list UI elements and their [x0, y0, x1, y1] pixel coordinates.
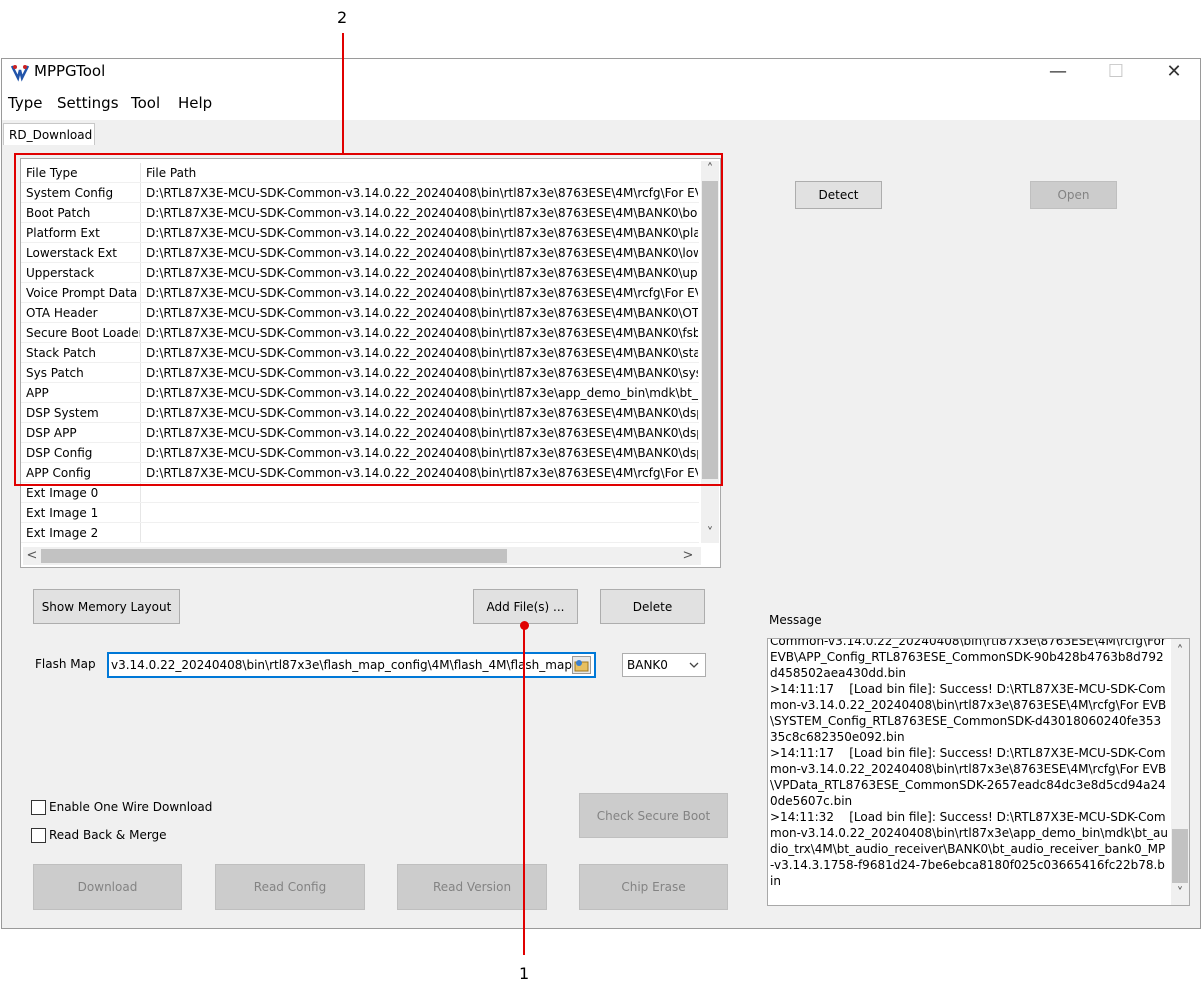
- menu-type[interactable]: Type: [8, 93, 42, 113]
- message-log[interactable]: Common-v3.14.0.22_20240408\bin\rtl87x3e\…: [767, 638, 1190, 906]
- bank-select-value: BANK0: [627, 658, 668, 672]
- one-wire-label: Enable One Wire Download: [49, 800, 213, 814]
- detect-button[interactable]: Detect: [795, 181, 882, 209]
- table-row[interactable]: Ext Image 1: [21, 503, 699, 523]
- one-wire-checkbox[interactable]: [31, 800, 46, 815]
- scroll-down-icon[interactable]: ˅: [701, 525, 719, 543]
- highlight-box-file-list: [14, 153, 723, 486]
- read-back-label: Read Back & Merge: [49, 828, 167, 842]
- delete-button[interactable]: Delete: [600, 589, 705, 624]
- window-title: MPPGTool: [34, 62, 106, 80]
- folder-browse-icon[interactable]: [572, 656, 591, 674]
- annotation-label-1: 1: [519, 964, 530, 983]
- message-log-text: Common-v3.14.0.22_20240408\bin\rtl87x3e\…: [770, 638, 1168, 888]
- chip-erase-button[interactable]: Chip Erase: [579, 864, 728, 910]
- flash-map-label: Flash Map: [35, 657, 96, 671]
- message-label: Message: [769, 613, 822, 627]
- file-type-cell: Ext Image 0: [26, 486, 99, 500]
- read-config-button[interactable]: Read Config: [215, 864, 365, 910]
- annotation-label-2: 2: [337, 8, 348, 27]
- file-type-cell: Ext Image 1: [26, 506, 99, 520]
- scroll-right-icon[interactable]: >: [679, 547, 697, 565]
- menu-settings[interactable]: Settings: [57, 93, 119, 113]
- table-row[interactable]: Ext Image 2: [21, 523, 699, 543]
- table-row[interactable]: Ext Image 0: [21, 483, 699, 503]
- annotation-line-2: [342, 33, 344, 154]
- annotation-line-1: [523, 625, 525, 955]
- check-secure-boot-button[interactable]: Check Secure Boot: [579, 793, 728, 838]
- menu-tool[interactable]: Tool: [131, 93, 160, 113]
- close-button[interactable]: ✕: [1151, 60, 1197, 86]
- show-memory-layout-button[interactable]: Show Memory Layout: [33, 589, 180, 624]
- message-scroll-up-icon[interactable]: ˄: [1171, 643, 1189, 661]
- message-scroll-thumb[interactable]: [1172, 829, 1188, 883]
- read-back-checkbox[interactable]: [31, 828, 46, 843]
- open-button[interactable]: Open: [1030, 181, 1117, 209]
- tab-rd-download[interactable]: RD_Download: [3, 123, 95, 145]
- minimize-button[interactable]: —: [1035, 60, 1081, 86]
- horizontal-scroll-thumb[interactable]: [41, 549, 507, 563]
- download-button[interactable]: Download: [33, 864, 182, 910]
- message-scroll-down-icon[interactable]: ˅: [1171, 885, 1189, 903]
- scroll-left-icon[interactable]: <: [23, 547, 41, 565]
- bank-select[interactable]: BANK0: [622, 653, 706, 677]
- chevron-down-icon: [689, 662, 699, 668]
- app-logo-icon: [10, 62, 30, 82]
- menu-help[interactable]: Help: [178, 93, 212, 113]
- file-type-cell: Ext Image 2: [26, 526, 99, 540]
- add-files-button[interactable]: Add File(s) ...: [473, 589, 578, 624]
- maximize-button[interactable]: ☐: [1093, 60, 1139, 86]
